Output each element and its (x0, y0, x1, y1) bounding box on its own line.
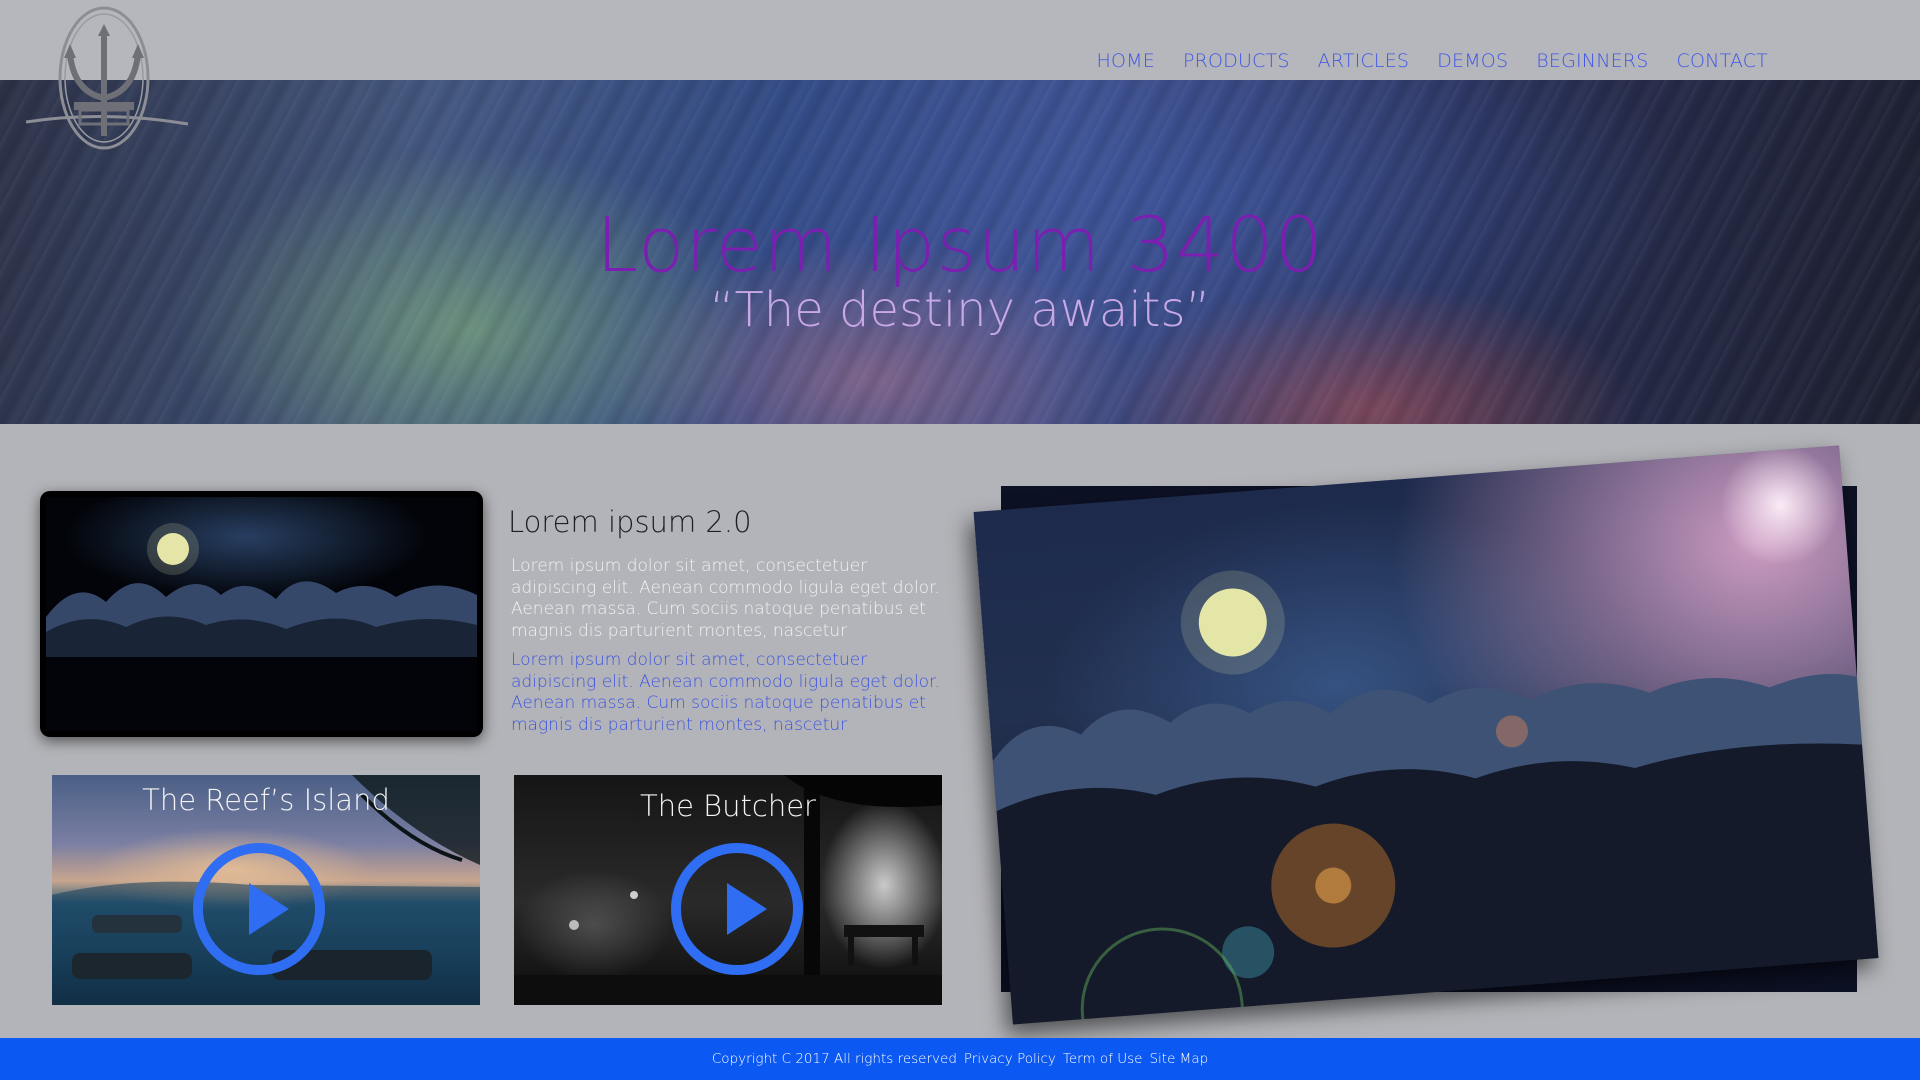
video-title-reefs-island: The Reef’s Island (142, 783, 390, 817)
footer: Copyright C 2017 All rights reserved Pri… (0, 1038, 1920, 1080)
footer-copyright: Copyright C 2017 All rights reserved (711, 1051, 957, 1067)
nav-demos-link[interactable]: DEMOS (1437, 50, 1508, 72)
nav-products-link[interactable]: PRODUCTS (1183, 50, 1290, 72)
nav-contact-link[interactable]: CONTACT (1676, 50, 1768, 72)
play-triangle-icon (249, 883, 289, 935)
nav-home-link[interactable]: HOME (1096, 50, 1154, 72)
intro-paragraph-blue: Lorem ipsum dolor sit amet, consectetuer… (511, 650, 940, 735)
footer-site-map-link[interactable]: Site Map (1149, 1051, 1208, 1067)
nav-articles-link[interactable]: ARTICLES (1318, 50, 1410, 72)
hero-title: Lorem Ipsum 3400 (595, 200, 1325, 289)
trident-logo[interactable] (18, 6, 192, 156)
moon-image-card[interactable] (40, 491, 483, 737)
video-card-reefs-island[interactable]: The Reef’s Island (52, 775, 480, 1005)
moon-clouds-image (46, 497, 477, 731)
play-icon[interactable] (671, 843, 803, 975)
hero-banner: Lorem Ipsum 3400 “The destiny awaits” (0, 80, 1920, 424)
trident-icon (25, 6, 189, 150)
section-title: Lorem ipsum 2.0 (508, 505, 752, 539)
main-nav: HOME PRODUCTS ARTICLES DEMOS BEGINNERS C… (1096, 50, 1768, 72)
top-bar: HOME PRODUCTS ARTICLES DEMOS BEGINNERS C… (0, 0, 1920, 80)
play-triangle-icon (727, 883, 767, 935)
video-title-the-butcher: The Butcher (640, 789, 816, 823)
nav-beginners-link[interactable]: BEGINNERS (1536, 50, 1648, 72)
featured-moon-image (992, 570, 1879, 1025)
footer-privacy-policy-link[interactable]: Privacy Policy (964, 1051, 1056, 1067)
footer-term-of-use-link[interactable]: Term of Use (1063, 1051, 1143, 1067)
play-icon[interactable] (193, 843, 325, 975)
featured-moon-photo[interactable] (973, 445, 1879, 1025)
hero-subtitle: “The destiny awaits” (709, 282, 1211, 338)
video-card-the-butcher[interactable]: The Butcher (514, 775, 942, 1005)
intro-paragraph-white: Lorem ipsum dolor sit amet, consectetuer… (511, 556, 940, 641)
page: HOME PRODUCTS ARTICLES DEMOS BEGINNERS C… (0, 0, 1920, 1080)
